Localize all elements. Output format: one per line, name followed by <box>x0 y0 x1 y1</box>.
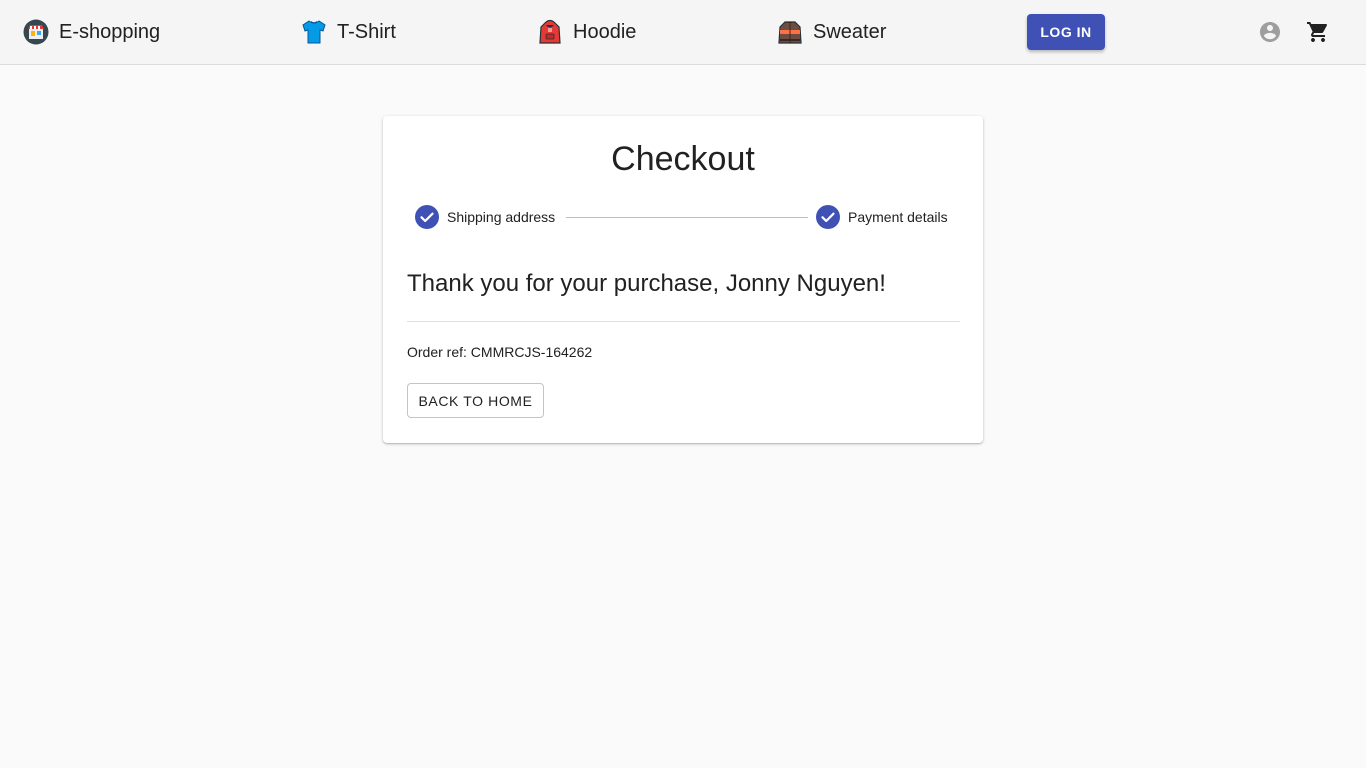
nav-hoodie-label: Hoodie <box>573 20 637 43</box>
divider <box>407 321 960 322</box>
nav-tshirt-label: T-Shirt <box>337 20 396 43</box>
check-circle-icon <box>415 205 439 229</box>
app-bar: E-shopping T-Shirt Hoodie Sweater LOG IN <box>0 0 1366 65</box>
nav-home[interactable]: E-shopping <box>23 17 160 47</box>
tshirt-icon <box>301 19 327 45</box>
back-to-home-button[interactable]: BACK TO HOME <box>407 383 544 418</box>
step-connector <box>566 217 808 218</box>
nav-hoodie[interactable]: Hoodie <box>537 17 636 47</box>
nav-home-label: E-shopping <box>59 20 161 43</box>
step-label: Payment details <box>848 209 948 225</box>
shopping-cart-icon[interactable] <box>1306 20 1330 44</box>
account-circle-icon[interactable] <box>1258 20 1282 44</box>
page-title: Checkout <box>611 140 755 178</box>
sweater-icon <box>777 19 803 45</box>
hoodie-icon <box>537 19 563 45</box>
thank-you-message: Thank you for your purchase, Jonny Nguye… <box>407 270 886 297</box>
step-label: Shipping address <box>447 209 556 225</box>
step-payment-details: Payment details <box>816 205 948 229</box>
nav-sweater-label: Sweater <box>813 20 887 43</box>
store-icon <box>23 19 49 45</box>
order-reference: Order ref: CMMRCJS-164262 <box>407 344 593 360</box>
check-circle-icon <box>816 205 840 229</box>
checkout-card: Checkout Shipping address Payment detail… <box>383 116 983 443</box>
nav-sweater[interactable]: Sweater <box>777 17 886 47</box>
login-button[interactable]: LOG IN <box>1027 14 1105 50</box>
nav-tshirt[interactable]: T-Shirt <box>301 17 396 47</box>
step-shipping-address: Shipping address <box>415 205 555 229</box>
